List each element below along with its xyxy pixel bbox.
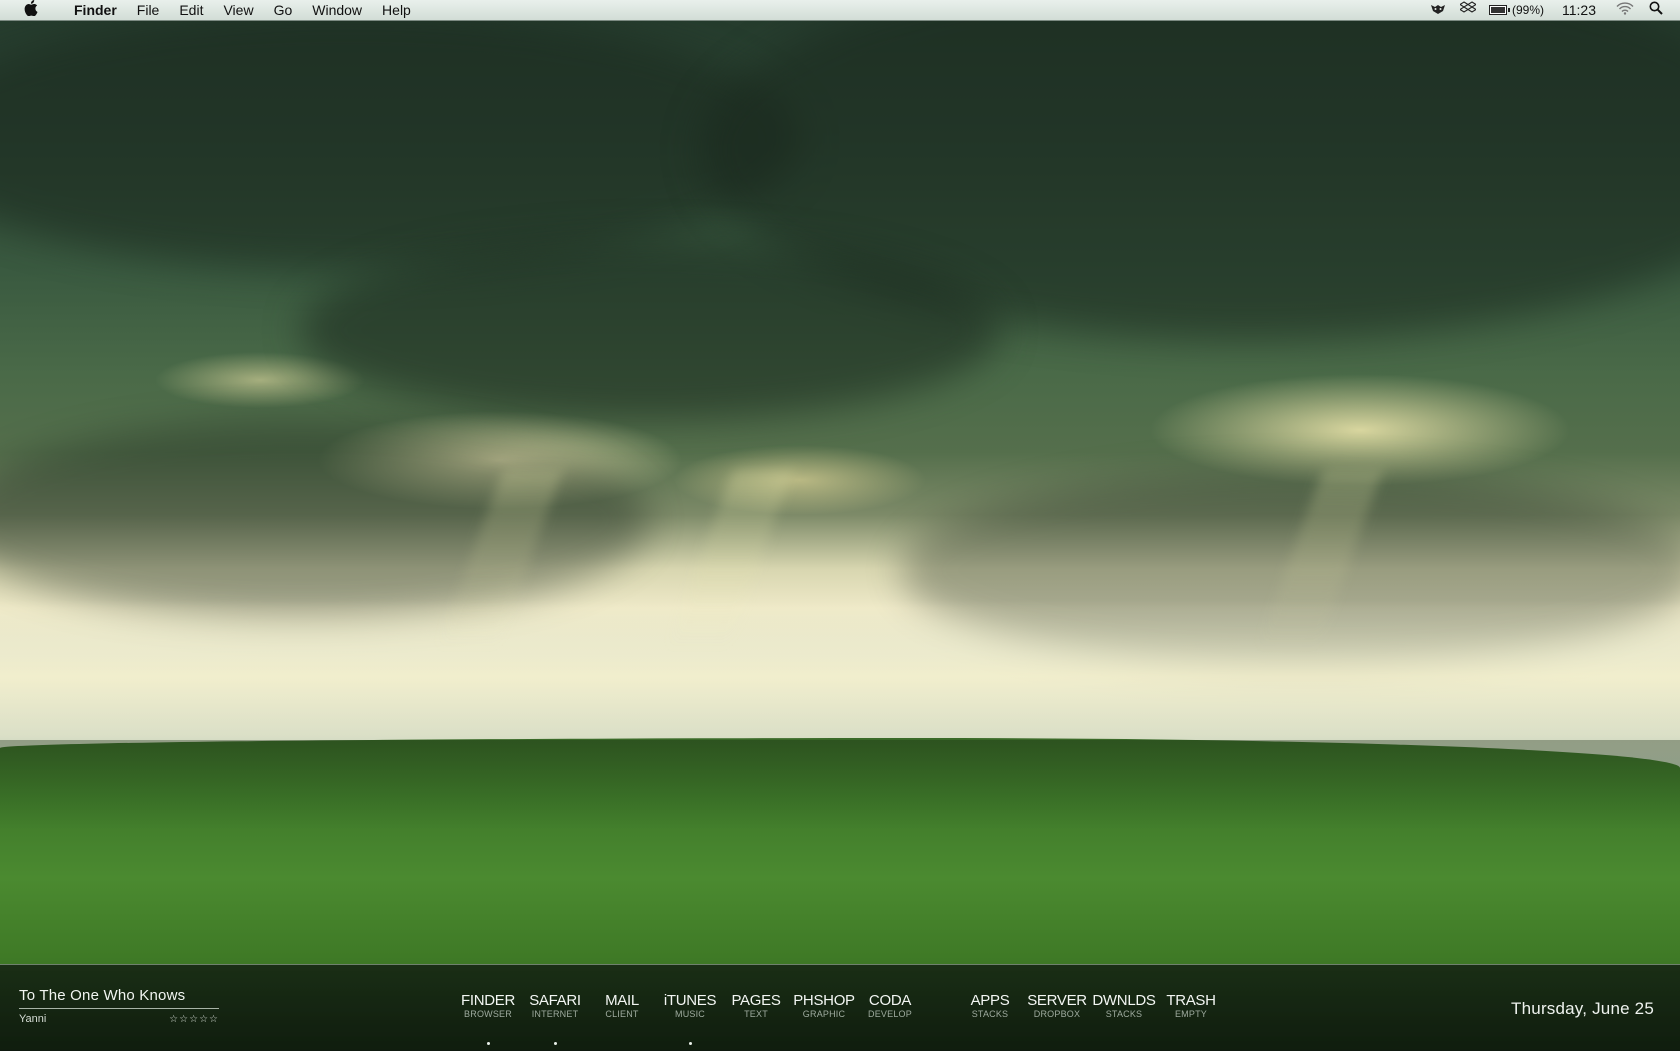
- dock-item-apps[interactable]: APPS STACKS: [957, 993, 1023, 1020]
- dock-label: MAIL: [605, 992, 639, 1009]
- text-dock: FINDER BROWSER SAFARI INTERNET MAIL CLIENT …: [0, 993, 1680, 1043]
- dock-label: DWNLDS: [1092, 992, 1156, 1009]
- dock-label: CODA: [868, 992, 912, 1009]
- dock-sublabel: TEXT: [744, 1009, 768, 1019]
- dropbox-icon[interactable]: [1453, 0, 1483, 21]
- dock-sublabel: GRAPHIC: [802, 1009, 846, 1019]
- menu-app-finder[interactable]: Finder: [62, 0, 127, 21]
- running-indicator-finder: [487, 1042, 490, 1045]
- apple-menu-icon[interactable]: [0, 0, 62, 21]
- dock-item-photoshop[interactable]: PHSHOP GRAPHIC: [791, 993, 857, 1020]
- menu-go[interactable]: Go: [264, 0, 303, 21]
- dock-sublabel: DROPBOX: [1033, 1009, 1081, 1019]
- dock-item-mail[interactable]: MAIL CLIENT: [589, 993, 655, 1020]
- storm-cloud: [300, 240, 1000, 420]
- dock-sublabel: CLIENT: [605, 1009, 639, 1019]
- menu-view[interactable]: View: [213, 0, 263, 21]
- desktop-wallpaper: [0, 0, 1680, 1050]
- dock-item-server[interactable]: SERVER DROPBOX: [1024, 993, 1090, 1020]
- running-indicator-safari: [554, 1042, 557, 1045]
- menu-file[interactable]: File: [127, 0, 170, 21]
- dock-sublabel: DEVELOP: [868, 1009, 912, 1019]
- bottom-bar: To The One Who Knows Yanni ☆☆☆☆☆ FINDER B…: [0, 964, 1680, 1051]
- battery-percent: (99%): [1511, 3, 1544, 17]
- wifi-arcs-icon: [1616, 2, 1634, 15]
- dock-item-finder[interactable]: FINDER BROWSER: [455, 993, 521, 1020]
- menu-edit[interactable]: Edit: [169, 0, 213, 21]
- wifi-icon[interactable]: [1608, 2, 1642, 18]
- dock-sublabel: STACKS: [1105, 1009, 1143, 1019]
- dock-label: SERVER: [1027, 992, 1087, 1009]
- menu-window[interactable]: Window: [302, 0, 372, 21]
- dock-sublabel: MUSIC: [675, 1009, 705, 1019]
- menu-help[interactable]: Help: [372, 0, 421, 21]
- dock-sublabel: EMPTY: [1174, 1009, 1207, 1019]
- battery-status[interactable]: (99%): [1483, 3, 1550, 17]
- dropbox-box-icon: [1458, 0, 1478, 13]
- magnifier-icon: [1649, 1, 1663, 15]
- dock-sublabel: STACKS: [971, 1009, 1009, 1019]
- spotlight-icon[interactable]: [1642, 0, 1670, 21]
- dock-item-coda[interactable]: CODA DEVELOP: [857, 993, 923, 1020]
- dock-item-downloads[interactable]: DWNLDS STACKS: [1091, 993, 1157, 1020]
- dock-label: iTUNES: [663, 992, 717, 1009]
- apple-logo-icon: [24, 0, 38, 16]
- dock-label: FINDER: [460, 992, 516, 1009]
- dock-item-safari[interactable]: SAFARI INTERNET: [522, 993, 588, 1020]
- dock-sublabel: BROWSER: [464, 1009, 512, 1019]
- growl-icon[interactable]: [1423, 0, 1453, 21]
- field-shade: [0, 740, 1680, 830]
- dock-label: SAFARI: [529, 992, 581, 1009]
- growl-paw-icon: [1430, 4, 1445, 14]
- dock-label: TRASH: [1166, 992, 1216, 1009]
- menu-clock[interactable]: 11:23: [1550, 2, 1608, 18]
- menu-left: Finder File Edit View Go Window Help: [0, 0, 421, 21]
- dock-item-pages[interactable]: PAGES TEXT: [723, 993, 789, 1020]
- running-indicator-itunes: [689, 1042, 692, 1045]
- desktop-date: Thursday, June 25: [1511, 999, 1654, 1018]
- menu-bar: Finder File Edit View Go Window Help (99…: [0, 0, 1680, 21]
- battery-fill: [1490, 7, 1505, 13]
- dock-label: PAGES: [731, 992, 781, 1009]
- dock-label: PHSHOP: [793, 992, 855, 1009]
- battery-icon: [1488, 5, 1510, 15]
- dock-label: APPS: [970, 992, 1010, 1009]
- dock-item-itunes[interactable]: iTUNES MUSIC: [657, 993, 723, 1020]
- menu-extras: (99%) 11:23: [1423, 0, 1680, 21]
- dock-sublabel: INTERNET: [531, 1009, 579, 1019]
- dock-item-trash[interactable]: TRASH EMPTY: [1158, 993, 1224, 1020]
